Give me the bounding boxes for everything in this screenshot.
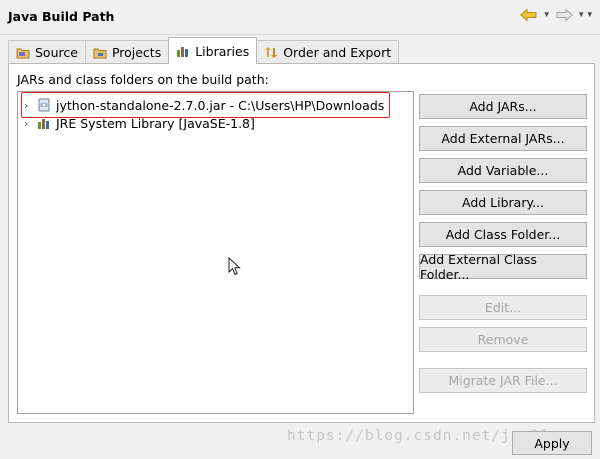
- tree-item-label: JRE System Library [JavaSE-1.8]: [56, 115, 255, 131]
- tree-item-jython-jar[interactable]: › jython-standalone-2.7.0.jar - C:\Users…: [24, 96, 384, 114]
- title-separator: [0, 34, 600, 35]
- history-nav: ▾ ▾ ▾: [518, 6, 592, 24]
- forward-button[interactable]: [553, 6, 575, 24]
- watermark-text: https://blog.csdn.net/jc 01: [287, 428, 550, 444]
- expand-chevron-icon[interactable]: ›: [24, 99, 32, 112]
- tab-label: Libraries: [195, 43, 250, 59]
- mouse-pointer-icon: [228, 257, 241, 276]
- add-variable-button[interactable]: Add Variable...: [419, 158, 587, 183]
- tab-source[interactable]: Source: [8, 40, 86, 64]
- add-external-class-folder-button[interactable]: Add External Class Folder...: [419, 252, 587, 282]
- tab-label: Source: [35, 45, 78, 60]
- back-button[interactable]: [518, 6, 540, 24]
- libraries-icon: [177, 46, 189, 57]
- add-external-jars-button[interactable]: Add External JARs...: [419, 126, 587, 151]
- back-arrow-icon: [520, 8, 537, 22]
- tab-libraries[interactable]: Libraries: [168, 37, 258, 64]
- build-path-tree[interactable]: › jython-standalone-2.7.0.jar - C:\Users…: [17, 91, 414, 414]
- order-export-icon: [265, 47, 278, 58]
- tree-item-label: jython-standalone-2.7.0.jar - C:\Users\H…: [56, 97, 385, 113]
- add-jars-button[interactable]: Add JARs...: [419, 94, 587, 119]
- add-class-folder-button[interactable]: Add Class Folder...: [419, 222, 587, 247]
- projects-icon: [93, 48, 107, 59]
- edit-button[interactable]: Edit...: [419, 295, 587, 320]
- tab-label: Projects: [111, 45, 162, 60]
- jre-library-icon: [38, 118, 49, 129]
- tab-label: Order and Export: [283, 45, 392, 60]
- tab-bar: Source Projects Libraries Order and Expo…: [8, 37, 400, 64]
- tab-order-export[interactable]: Order and Export: [256, 40, 400, 64]
- forward-menu-chevron-icon[interactable]: ▾: [579, 10, 584, 20]
- tree-item-jre-system-library[interactable]: › JRE System Library [JavaSE-1.8]: [24, 114, 255, 132]
- dialog-title: Java Build Path: [8, 9, 115, 24]
- expand-chevron-icon[interactable]: ›: [24, 117, 32, 130]
- source-folder-icon: [16, 48, 30, 59]
- view-menu-icon[interactable]: ▾: [587, 10, 592, 20]
- back-menu-chevron-icon[interactable]: ▾: [544, 10, 549, 20]
- migrate-jar-button[interactable]: Migrate JAR File...: [419, 368, 587, 393]
- libraries-panel: JARs and class folders on the build path…: [8, 63, 595, 423]
- add-library-button[interactable]: Add Library...: [419, 190, 587, 215]
- jar-file-icon: [38, 98, 50, 112]
- tab-projects[interactable]: Projects: [84, 40, 170, 64]
- apply-button[interactable]: Apply: [512, 431, 592, 455]
- forward-arrow-icon: [556, 8, 573, 22]
- remove-button[interactable]: Remove: [419, 327, 587, 352]
- build-path-heading: JARs and class folders on the build path…: [17, 72, 269, 87]
